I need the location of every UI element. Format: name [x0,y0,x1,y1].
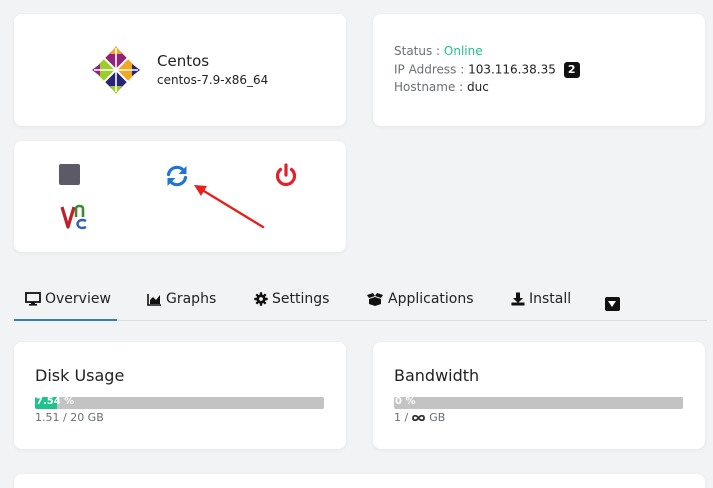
os-version: centos-7.9-x86_64 [157,73,269,87]
ip-count-badge[interactable]: 2 [563,62,580,78]
os-name: Centos [157,52,210,70]
os-card: Centos centos-7.9-x86_64 [14,14,346,126]
stop-button[interactable] [59,164,81,186]
ip-address-line: IP Address : 103.116.38.35 2 [394,62,580,78]
restart-button[interactable] [164,163,190,189]
gear-icon [254,292,268,306]
bandwidth-card: Bandwidth 0 % 1 / GB [373,342,705,449]
vnc-icon [60,204,87,230]
tab-applications[interactable]: Applications [366,291,474,307]
bandwidth-bar: 0 % [394,397,683,409]
bandwidth-usage-prefix: 1 / [394,411,409,424]
bandwidth-title: Bandwidth [394,366,480,385]
disk-usage-title: Disk Usage [35,366,125,385]
hostname-value: duc [467,80,489,94]
boxes-icon [367,292,383,306]
restart-icon [166,165,188,187]
tab-graphs[interactable]: Graphs [147,291,216,307]
tab-overview[interactable]: Overview [25,291,111,307]
tab-install[interactable]: Install [511,291,571,307]
tab-applications-label: Applications [388,291,474,307]
tab-settings-label: Settings [272,291,330,307]
tab-settings[interactable]: Settings [254,291,329,307]
area-chart-icon [147,293,161,306]
tab-install-label: Install [529,291,572,307]
hostname-line: Hostname : duc [394,80,489,94]
bottom-card [14,474,705,488]
disk-usage-card: Disk Usage 7.54 % 1.51 / 20 GB [14,342,346,449]
tab-graphs-label: Graphs [166,291,217,307]
ip-label: IP Address : [394,62,469,77]
bandwidth-usage-unit: GB [429,411,446,424]
status-label: Status : [394,44,444,58]
more-tabs-dropdown-button[interactable] [605,297,620,311]
active-tab-indicator [14,319,117,321]
hostname-label: Hostname : [394,80,468,94]
disk-usage-text: 1.51 / 20 GB [35,411,104,424]
disk-usage-percent: 7.54 % [36,397,75,407]
bandwidth-percent: 0 % [395,397,416,407]
monitor-icon [25,292,41,306]
bandwidth-usage-text: 1 / GB [394,411,445,424]
disk-usage-bar: 7.54 % [35,397,324,409]
status-line: Status : Online [394,44,483,58]
power-off-button[interactable] [273,162,299,188]
tab-bar: Overview Graphs Settings Applications In… [14,283,707,321]
ip-value: 103.116.38.35 [468,62,556,77]
power-controls-card [14,141,346,252]
status-value: Online [443,44,483,58]
server-info-card: Status : Online IP Address : 103.116.38.… [373,14,705,126]
stop-icon [59,164,80,185]
tab-overview-label: Overview [45,291,111,307]
infinity-icon [412,414,426,421]
power-icon [275,163,297,187]
centos-logo-icon [90,44,142,96]
vnc-console-button[interactable] [60,203,88,231]
download-icon [511,292,525,306]
